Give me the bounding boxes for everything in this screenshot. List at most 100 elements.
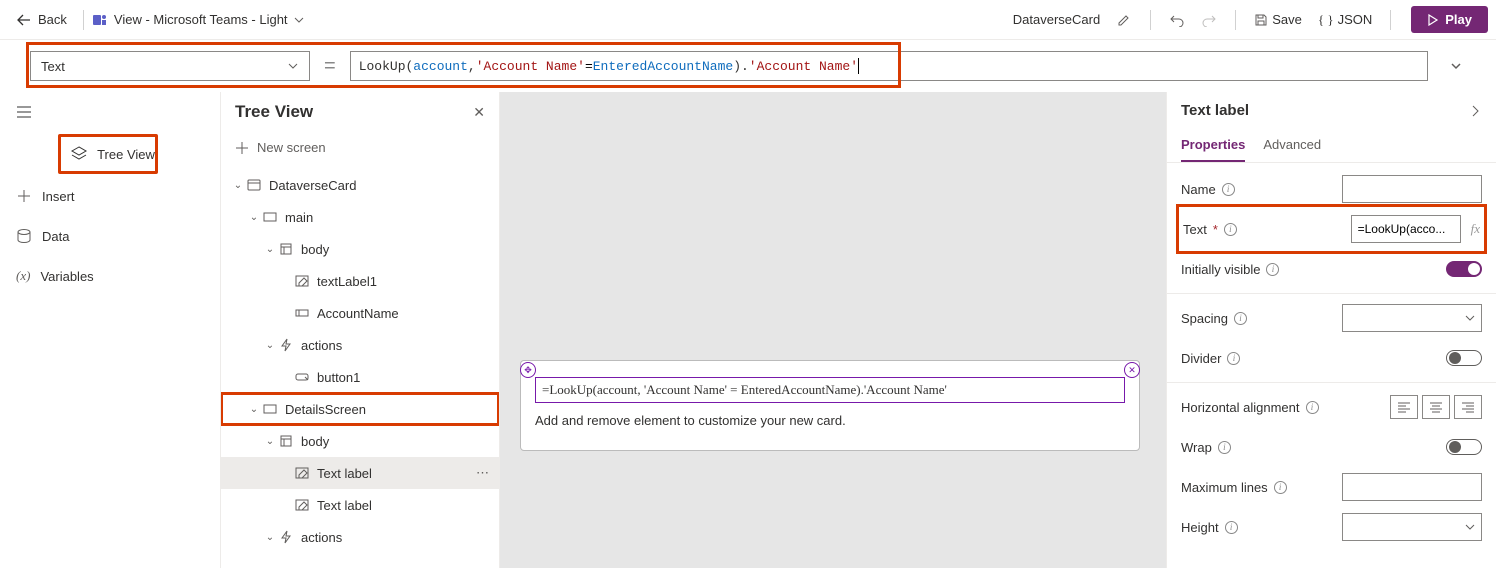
back-button[interactable]: Back [8,8,75,32]
tree-item-label: DataverseCard [269,178,356,193]
card-name[interactable]: DataverseCard [1007,8,1106,31]
rail-data[interactable]: Data [0,216,220,256]
tree-item-textlabel1[interactable]: textLabel1 [221,265,499,297]
maxlines-input[interactable] [1342,473,1482,501]
chevron-down-icon[interactable]: ⌄ [247,404,261,415]
prop-label-maxlines: Maximum lines [1181,480,1268,495]
align-center-button[interactable] [1422,395,1450,419]
move-handle-icon[interactable]: ✥ [520,362,536,378]
tree-item-actions[interactable]: ⌄ actions [221,329,499,361]
tree-item-actions-2[interactable]: ⌄ actions [221,521,499,553]
text-input[interactable] [1351,215,1461,243]
play-button[interactable]: Play [1411,6,1488,33]
rail-hamburger[interactable] [0,92,220,132]
card-preview[interactable]: ✥ ✕ =LookUp(account, 'Account Name' = En… [520,360,1140,451]
prop-label-visible: Initially visible [1181,262,1260,277]
top-command-bar: Back View - Microsoft Teams - Light Data… [0,0,1496,40]
chevron-down-icon [1465,522,1475,532]
formula-token: ). [733,59,749,74]
formula-token-ent: account [413,59,468,74]
tree-item-textlabel-selected[interactable]: Text label ⋯ [221,457,499,489]
info-icon[interactable]: i [1306,401,1319,414]
tree-item-button1[interactable]: button1 [221,361,499,393]
tab-advanced[interactable]: Advanced [1263,129,1321,162]
tree-item-accountname[interactable]: AccountName [221,297,499,329]
fx-icon[interactable]: fx [1471,221,1480,237]
selected-text-element[interactable]: ✥ ✕ =LookUp(account, 'Account Name' = En… [535,377,1125,403]
info-icon[interactable]: i [1224,223,1237,236]
bolt-icon [277,338,295,352]
info-icon[interactable]: i [1266,263,1279,276]
divider-toggle[interactable] [1446,350,1482,366]
tree-item-body-2[interactable]: ⌄ body [221,425,499,457]
tree-item-body[interactable]: ⌄ body [221,233,499,265]
formula-input[interactable]: LookUp(account, 'Account Name' = Entered… [350,51,1428,81]
align-right-button[interactable] [1454,395,1482,419]
tree-view-panel: Tree View ✕ New screen ⌄ DataverseCard ⌄… [220,92,500,568]
chevron-down-icon[interactable]: ⌄ [263,340,277,351]
properties-title: Text label [1181,102,1249,119]
delete-handle-icon[interactable]: ✕ [1124,362,1140,378]
prop-row-wrap: Wrapi [1181,427,1482,467]
chevron-down-icon [1449,59,1463,73]
save-icon [1254,13,1268,27]
chevron-down-icon[interactable]: ⌄ [231,180,245,191]
tree-item-more-button[interactable]: ⋯ [476,465,499,481]
chevron-down-icon[interactable]: ⌄ [263,436,277,447]
edit-name-button[interactable] [1110,6,1138,34]
rail-insert[interactable]: Insert [0,176,220,216]
tree-item-label: body [301,434,329,449]
tree-item-textlabel-2[interactable]: Text label [221,489,499,521]
save-button[interactable]: Save [1248,8,1308,31]
info-icon[interactable]: i [1222,183,1235,196]
variable-icon: (x) [16,268,30,284]
canvas[interactable]: ✥ ✕ =LookUp(account, 'Account Name' = En… [500,92,1166,568]
chevron-down-icon[interactable]: ⌄ [263,532,277,543]
chevron-right-icon[interactable] [1468,104,1482,118]
visible-toggle[interactable] [1446,261,1482,277]
wrap-toggle[interactable] [1446,439,1482,455]
chevron-down-icon[interactable]: ⌄ [247,212,261,223]
database-icon [16,228,32,244]
arrow-left-icon [16,12,32,28]
new-screen-button[interactable]: New screen [221,132,499,163]
formula-token: , [468,59,476,74]
tree-item-label: AccountName [317,306,399,321]
tab-properties[interactable]: Properties [1181,129,1245,162]
input-icon [293,306,311,320]
info-icon[interactable]: i [1218,441,1231,454]
property-selector[interactable]: Text [30,51,310,81]
tree-item-label: button1 [317,370,360,385]
view-switcher[interactable]: View - Microsoft Teams - Light [92,12,304,28]
height-dropdown[interactable] [1342,513,1482,541]
save-label: Save [1272,12,1302,27]
spacing-dropdown[interactable] [1342,304,1482,332]
json-button[interactable]: { } JSON [1312,8,1378,32]
info-icon[interactable]: i [1225,521,1238,534]
prop-label-spacing: Spacing [1181,311,1228,326]
formula-expand-button[interactable] [1440,50,1472,82]
body-icon [277,242,295,256]
align-left-button[interactable] [1390,395,1418,419]
info-icon[interactable]: i [1227,352,1240,365]
tree-body: ⌄ DataverseCard ⌄ main ⌄ body textLabel1 [221,163,499,568]
prop-row-halign: Horizontal alignmenti [1181,387,1482,427]
tree-item-main[interactable]: ⌄ main [221,201,499,233]
tree-item-dataversecard[interactable]: ⌄ DataverseCard [221,169,499,201]
info-icon[interactable]: i [1274,481,1287,494]
chevron-down-icon[interactable]: ⌄ [263,244,277,255]
bolt-icon [277,530,295,544]
text-cursor [858,58,859,74]
tree-item-detailsscreen[interactable]: ⌄ DetailsScreen [221,393,499,425]
tree-panel-title: Tree View [235,102,313,122]
rail-tree-view[interactable]: Tree View [58,134,158,174]
name-input[interactable] [1342,175,1482,203]
rail-variables[interactable]: (x) Variables [0,256,220,296]
undo-button[interactable] [1163,6,1191,34]
rail-label: Tree View [97,147,155,162]
helper-text: Add and remove element to customize your… [535,413,1125,428]
hamburger-icon [16,104,32,120]
close-panel-button[interactable]: ✕ [473,104,485,121]
info-icon[interactable]: i [1234,312,1247,325]
tree-item-label: DetailsScreen [285,402,366,417]
